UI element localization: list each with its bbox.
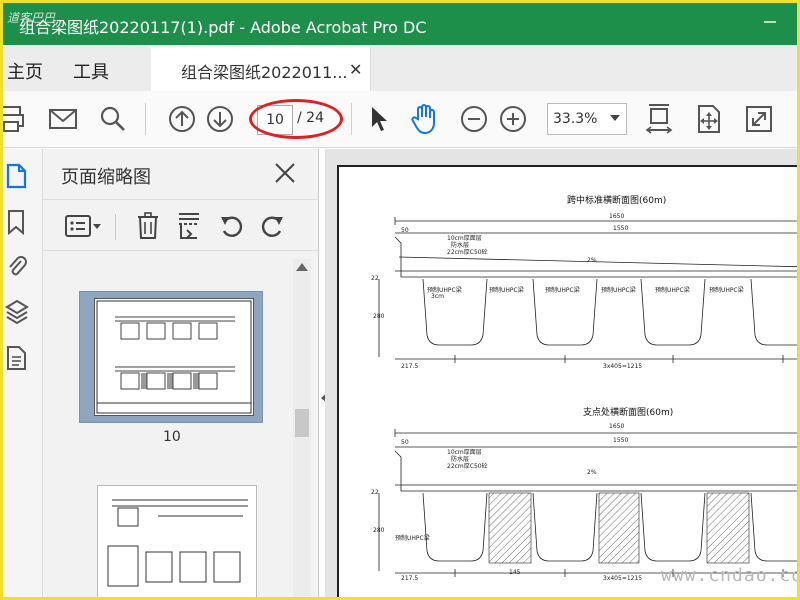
thumbnail-drawing	[107, 499, 248, 587]
toolbar-divider	[145, 103, 146, 135]
document-structure-icon[interactable]	[5, 345, 29, 371]
list-options-icon	[65, 215, 101, 237]
page-move-icon	[698, 105, 720, 133]
panel-title: 页面缩略图	[61, 167, 151, 188]
zoom-out-button[interactable]	[456, 101, 492, 137]
fullscreen-button[interactable]	[741, 101, 777, 137]
extract-page-button[interactable]	[175, 212, 205, 240]
expand-icon	[746, 106, 772, 132]
thumbnail-scrollbar[interactable]	[293, 259, 311, 597]
arrow-down-circle-icon	[207, 106, 233, 132]
navigation-rail	[3, 149, 43, 597]
rotate-right-button[interactable]	[257, 212, 287, 240]
hand-icon	[411, 104, 435, 135]
red-annotation-ellipse	[249, 99, 343, 139]
zoom-select[interactable]: 33.3%	[547, 103, 627, 135]
minus-circle-icon	[461, 106, 487, 132]
thumbnail-label: 10	[163, 429, 181, 445]
pdf-page: 跨中标准横断面图(60m) 1650 1550 50 10cm厚面层 防水层 2…	[337, 165, 797, 597]
scroll-mode-button[interactable]	[691, 101, 727, 137]
toolbar: 10 / 24 33.3%	[3, 91, 797, 148]
zoom-in-button[interactable]	[495, 101, 531, 137]
minimize-button[interactable]	[755, 9, 785, 35]
trash-icon	[138, 212, 158, 239]
thumbnail-drawing	[96, 300, 252, 414]
plus-circle-icon	[500, 106, 526, 132]
thumbnail-panel: 页面缩略图 10	[43, 149, 319, 597]
rotate-left-button[interactable]	[217, 212, 247, 240]
printer-icon	[3, 106, 24, 132]
screenshot-frame: 道客巴巴 组合梁图纸20220117(1).pdf - Adobe Acroba…	[0, 0, 800, 600]
arrow-up-circle-icon	[169, 106, 195, 132]
tab-document-label: 组合梁图纸2022011...	[181, 63, 348, 82]
layers-icon[interactable]	[5, 299, 29, 325]
watermark-text: www.cndao.com	[661, 565, 800, 586]
select-tool-button[interactable]	[361, 101, 397, 137]
thumbnail-options-button[interactable]	[63, 212, 103, 240]
tab-bar: 主页 工具 组合梁图纸2022011... ✕	[3, 45, 797, 91]
tab-document[interactable]: 组合梁图纸2022011... ✕	[151, 47, 371, 91]
previous-page-button[interactable]	[164, 101, 200, 137]
fit-width-icon	[645, 104, 673, 134]
thumbnail-page-preview	[94, 298, 254, 416]
zoom-value: 33.3%	[553, 111, 598, 127]
delete-page-button[interactable]	[133, 212, 163, 240]
bookmark-icon[interactable]	[5, 209, 29, 235]
search-icon	[100, 106, 125, 131]
page-thumbnail[interactable]	[97, 485, 257, 597]
next-page-button[interactable]	[202, 101, 238, 137]
fit-page-button[interactable]	[641, 101, 677, 137]
tab-home[interactable]: 主页	[7, 58, 43, 84]
page-thumbnails-icon[interactable]	[5, 163, 29, 189]
print-button[interactable]	[3, 101, 31, 137]
tab-close-icon[interactable]: ✕	[349, 60, 362, 79]
page-thumbnail-selected[interactable]	[79, 291, 263, 423]
tab-tools[interactable]: 工具	[73, 58, 109, 84]
paperclip-icon[interactable]	[5, 253, 29, 279]
scroll-up-arrow-icon[interactable]	[296, 263, 308, 271]
minimize-icon	[764, 21, 776, 23]
document-viewer[interactable]: 跨中标准横断面图(60m) 1650 1550 50 10cm厚面层 防水层 2…	[325, 149, 800, 597]
hand-tool-button[interactable]	[407, 101, 443, 137]
cross-section-drawing	[378, 217, 797, 577]
thumbnail-toolbar	[43, 199, 319, 251]
envelope-icon	[49, 109, 77, 129]
title-bar: 道客巴巴 组合梁图纸20220117(1).pdf - Adobe Acroba…	[3, 3, 797, 45]
toolbar-divider	[351, 103, 352, 135]
rotate-counterclockwise-icon	[221, 216, 243, 237]
cursor-arrow-icon	[372, 107, 387, 131]
rotate-clockwise-icon	[261, 216, 283, 237]
email-button[interactable]	[45, 101, 81, 137]
scrollbar-thumb[interactable]	[295, 409, 309, 437]
window-title: 组合梁图纸20220117(1).pdf - Adobe Acrobat Pro…	[19, 18, 427, 37]
search-button[interactable]	[95, 101, 131, 137]
panel-divider	[115, 214, 116, 240]
close-icon[interactable]	[273, 161, 297, 185]
chevron-down-icon	[610, 115, 620, 121]
page-extract-icon	[179, 213, 199, 239]
